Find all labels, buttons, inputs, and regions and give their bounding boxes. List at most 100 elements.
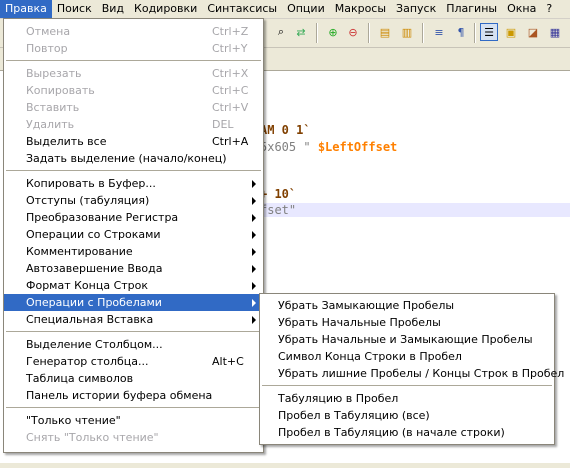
menu-item-label: Таблица символов	[26, 372, 134, 385]
menu-item[interactable]: Символ Конца Строки в Пробел	[260, 348, 554, 365]
show-all-chars-icon[interactable]: ¶	[452, 23, 470, 41]
menu-item-label: Панель истории буфера обмена	[26, 389, 213, 402]
folder-workspace-icon[interactable]: ▦	[546, 23, 564, 41]
menu-item[interactable]: Пробел в Табуляцию (в начале строки)	[260, 424, 554, 441]
code-line: + 10`	[260, 187, 296, 201]
menu-item[interactable]: Выделить все Ctrl+A	[4, 133, 263, 150]
menu-item-label: Вырезать	[26, 67, 82, 80]
menu-item-label: "Только чтение"	[26, 414, 121, 427]
menu-item-label: Снять "Только чтение"	[26, 431, 159, 444]
menu-item-shortcut: Ctrl+X	[212, 67, 249, 80]
menu-item[interactable]: Убрать лишние Пробелы / Концы Строк в Пр…	[260, 365, 564, 382]
menu-item[interactable]: Выделение Столбцом...	[4, 336, 263, 353]
code-text: AM 0 1`	[260, 123, 311, 137]
menu-item-shortcut: Ctrl+C	[212, 84, 249, 97]
menu-item: Вырезать Ctrl+X	[4, 65, 263, 82]
code-line: 5x605 " $LeftOffset	[260, 140, 397, 154]
menu-separator	[6, 407, 261, 408]
menu-item[interactable]: Отступы (табуляция)	[4, 192, 263, 209]
menu-item-label: Повтор	[26, 42, 68, 55]
submenu-arrow-icon	[252, 180, 256, 188]
menu-item[interactable]: Комментирование	[4, 243, 263, 260]
menu-item-label: Убрать лишние Пробелы / Концы Строк в Пр…	[278, 367, 565, 380]
menubar-item[interactable]: Кодировки	[129, 0, 202, 18]
menubar-item[interactable]: Макросы	[330, 0, 391, 18]
menubar-item[interactable]: Синтаксисы	[202, 0, 282, 18]
menu-item[interactable]: Операции с Пробелами	[4, 294, 263, 311]
code-variable: $LeftOffset	[317, 140, 398, 154]
menu-bar: Правка Поиск Вид Кодировки Синтаксисы Опции Ма…	[0, 0, 570, 19]
menu-item[interactable]: Пробел в Табуляцию (все)	[260, 407, 554, 424]
menu-item: Отмена Ctrl+Z	[4, 23, 263, 40]
menu-item: Вставить Ctrl+V	[4, 99, 263, 116]
menu-item-shortcut: Alt+C	[212, 355, 244, 368]
menu-item-label: Копировать	[26, 84, 95, 97]
menu-item-label: Символ Конца Строки в Пробел	[278, 350, 462, 363]
menu-item[interactable]: Автозавершение Ввода	[4, 260, 263, 277]
menu-separator	[262, 385, 552, 386]
menu-item[interactable]: Операции со Строками	[4, 226, 263, 243]
menu-item: Снять "Только чтение"	[4, 429, 263, 446]
menu-item[interactable]: Убрать Замыкающие Пробелы	[260, 297, 554, 314]
menubar-item[interactable]: Окна	[502, 0, 541, 18]
doc-map-icon[interactable]: ▣	[502, 23, 520, 41]
menubar-item[interactable]: Вид	[97, 0, 129, 18]
submenu-arrow-icon	[252, 299, 256, 307]
menu-item[interactable]: Генератор столбца... Alt+C	[4, 353, 263, 370]
menu-item[interactable]: Панель истории буфера обмена	[4, 387, 263, 404]
menubar-item[interactable]: Запуск	[391, 0, 441, 18]
menu-item-label: Операции со Строками	[26, 228, 161, 241]
menu-item-label: Преобразование Регистра	[26, 211, 179, 224]
edit-menu: Отмена Ctrl+Z Повтор Ctrl+Y Вырезать Ctrl+X Ко…	[3, 18, 264, 453]
code-text: fset"	[260, 203, 297, 217]
toolbar-separator	[368, 23, 370, 43]
submenu-arrow-icon	[252, 265, 256, 273]
menu-item-label: Отмена	[26, 25, 71, 38]
menu-item[interactable]: Задать выделение (начало/конец)	[4, 150, 263, 167]
menu-item-label: Отступы (табуляция)	[26, 194, 150, 207]
find-icon[interactable]: ⌕	[272, 23, 290, 41]
menu-item-label: Вставить	[26, 101, 80, 114]
menu-item-label: Убрать Начальные и Замыкающие Пробелы	[278, 333, 533, 346]
menu-item[interactable]: Убрать Начальные и Замыкающие Пробелы	[260, 331, 554, 348]
menu-item-label: Специальная Вставка	[26, 313, 154, 326]
menu-item-shortcut: DEL	[212, 118, 234, 131]
code-line: AM 0 1`	[260, 123, 311, 137]
toolbar-separator	[316, 23, 318, 43]
menubar-item[interactable]: ?	[541, 0, 557, 18]
menubar-item[interactable]: Плагины	[441, 0, 502, 18]
menu-item[interactable]: "Только чтение"	[4, 412, 263, 429]
menu-item: Удалить DEL	[4, 116, 263, 133]
menu-item-shortcut: Ctrl+Z	[212, 25, 249, 38]
sync-horizontal-icon[interactable]: ▥	[398, 23, 416, 41]
menubar-item[interactable]: Опции	[282, 0, 330, 18]
menubar-item[interactable]: Правка	[0, 0, 52, 18]
toolbar-separator	[474, 23, 476, 43]
menu-item-shortcut: Ctrl+V	[212, 101, 249, 114]
submenu-arrow-icon	[252, 214, 256, 222]
menu-item-label: Задать выделение (начало/конец)	[26, 152, 227, 165]
menu-item[interactable]: Преобразование Регистра	[4, 209, 263, 226]
zoom-out-icon[interactable]: ⊖	[344, 23, 362, 41]
menu-item-label: Генератор столбца...	[26, 355, 149, 368]
menu-item-label: Формат Конца Строк	[26, 279, 149, 292]
sync-vertical-icon[interactable]: ▤	[376, 23, 394, 41]
submenu-arrow-icon	[252, 231, 256, 239]
word-wrap-icon[interactable]: ≡	[430, 23, 448, 41]
menu-item-shortcut: Ctrl+A	[212, 135, 249, 148]
menu-item[interactable]: Таблица символов	[4, 370, 263, 387]
menu-item[interactable]: Убрать Начальные Пробелы	[260, 314, 554, 331]
menu-item-label: Удалить	[26, 118, 75, 131]
zoom-in-icon[interactable]: ⊕	[324, 23, 342, 41]
function-list-icon[interactable]: ◪	[524, 23, 542, 41]
submenu-arrow-icon	[252, 282, 256, 290]
menubar-item[interactable]: Поиск	[52, 0, 97, 18]
menu-item[interactable]: Формат Конца Строк	[4, 277, 263, 294]
menu-item-label: Пробел в Табуляцию (все)	[278, 409, 430, 422]
menu-item-label: Выделить все	[26, 135, 107, 148]
menu-item[interactable]: Копировать в Буфер...	[4, 175, 263, 192]
menu-item[interactable]: Специальная Вставка	[4, 311, 263, 328]
indent-guide-icon[interactable]: ☰	[480, 23, 498, 41]
menu-item[interactable]: Табуляцию в Пробел	[260, 390, 554, 407]
replace-icon[interactable]: ⇄	[292, 23, 310, 41]
